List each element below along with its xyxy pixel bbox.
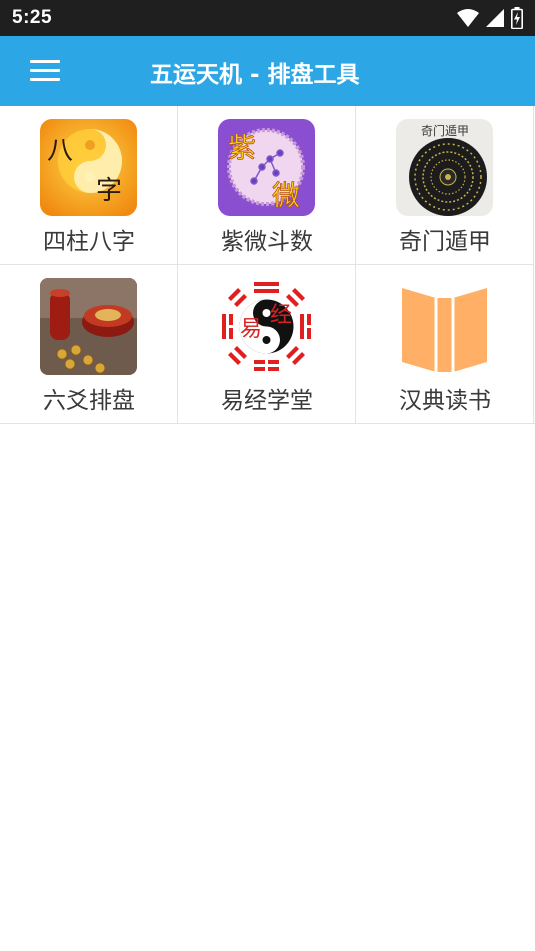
status-bar: 5:25 xyxy=(0,0,535,36)
signal-icon xyxy=(486,9,504,27)
battery-charging-icon xyxy=(511,7,523,29)
hamburger-menu-icon[interactable] xyxy=(22,50,68,92)
tool-label: 四柱八字 xyxy=(43,229,135,255)
tool-yijing[interactable]: 易 经 易经学堂 xyxy=(178,265,356,424)
yijing-icon-char-2: 经 xyxy=(270,303,292,328)
app-bar: 五运天机 - 排盘工具 xyxy=(0,36,535,106)
bazi-icon: 八 字 xyxy=(40,119,137,216)
ziwei-icon-char-2: 微 xyxy=(272,179,300,212)
menu-line xyxy=(30,78,60,81)
tool-handian[interactable]: 汉典读书 xyxy=(356,265,534,424)
page-title: 五运天机 - 排盘工具 xyxy=(150,62,360,88)
status-time: 5:25 xyxy=(12,7,53,28)
bazi-icon-char-2: 字 xyxy=(96,176,122,206)
tool-qimen[interactable]: 奇门遁甲 奇门遁甲 xyxy=(356,106,534,265)
yijing-icon-char-1: 易 xyxy=(240,317,262,342)
tool-label: 奇门遁甲 xyxy=(399,229,491,255)
yijing-taiji-icon: 易 经 xyxy=(218,278,315,375)
menu-line xyxy=(30,69,60,72)
tool-ziwei[interactable]: 紫 微 紫微斗数 xyxy=(178,106,356,265)
qimen-icon-caption: 奇门遁甲 xyxy=(421,123,469,138)
tool-bazi[interactable]: 八 字 四柱八字 xyxy=(0,106,178,265)
menu-line xyxy=(30,60,60,63)
tool-label: 易经学堂 xyxy=(221,388,313,414)
status-icons xyxy=(457,6,523,30)
qimen-dunjia-icon: 奇门遁甲 xyxy=(396,119,493,216)
tool-label: 紫微斗数 xyxy=(221,229,313,255)
open-book-icon xyxy=(396,278,493,375)
bazi-icon-char-1: 八 xyxy=(47,136,73,166)
ziwei-icon: 紫 微 xyxy=(218,119,315,216)
tool-liuyao[interactable]: 六爻排盘 xyxy=(0,265,178,424)
tool-label: 六爻排盘 xyxy=(43,388,135,414)
wifi-icon xyxy=(457,9,479,27)
ziwei-icon-char-1: 紫 xyxy=(228,131,256,164)
tool-grid: 八 字 四柱八字 紫 微 紫微斗数 奇门遁甲 奇门遁甲 六爻排盘 易 经 易经学… xyxy=(0,106,535,424)
liuyao-icon xyxy=(40,278,137,375)
tool-label: 汉典读书 xyxy=(399,388,491,414)
